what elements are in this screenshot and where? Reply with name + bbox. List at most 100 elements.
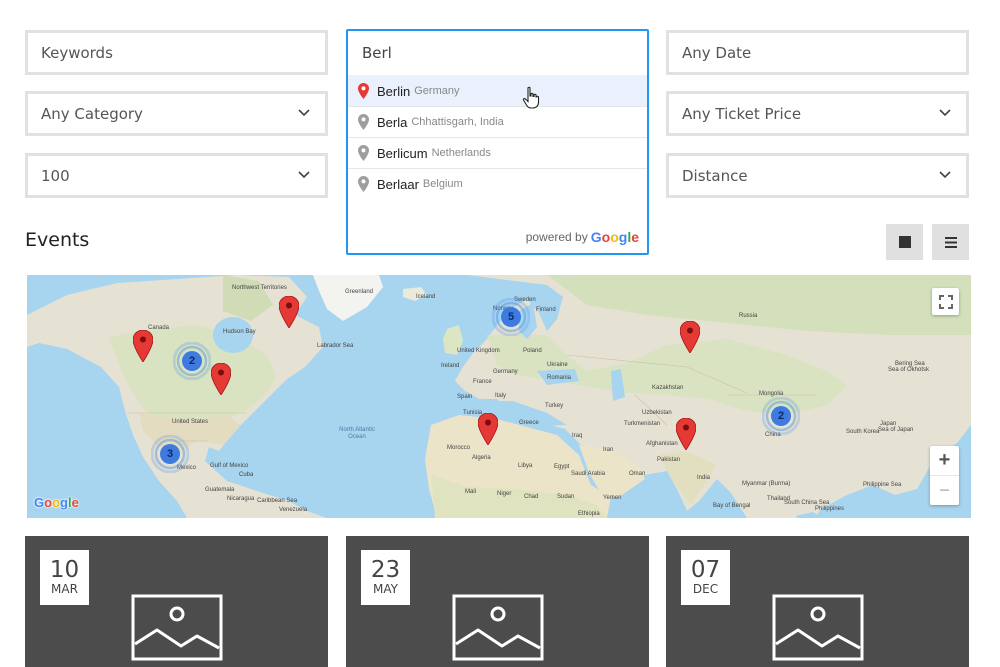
zoom-out-button[interactable]: − bbox=[930, 476, 959, 505]
location-pin-icon bbox=[358, 114, 369, 130]
map-place-label: Northwest Territories bbox=[232, 285, 287, 291]
event-card[interactable]: 07 DEC bbox=[666, 536, 969, 667]
event-day: 23 bbox=[370, 557, 401, 583]
map-place-label: Labrador Sea bbox=[317, 343, 354, 349]
map-place-label: Turkey bbox=[545, 403, 564, 409]
map-marker-west-us[interactable] bbox=[132, 329, 154, 363]
list-view-icon bbox=[944, 236, 957, 248]
chevron-down-icon bbox=[298, 109, 310, 117]
fullscreen-button[interactable] bbox=[932, 288, 959, 315]
map-place-label: Iran bbox=[603, 447, 614, 453]
suggestion-item[interactable]: Berla Chhattisgarh, India bbox=[348, 106, 647, 137]
map-place-label: Iraq bbox=[572, 433, 583, 439]
map-place-label: Mali bbox=[465, 489, 477, 495]
map-place-label: Greenland bbox=[345, 289, 374, 295]
zoom-in-button[interactable]: + bbox=[930, 447, 959, 476]
map-place-label: Saudi Arabia bbox=[571, 471, 606, 477]
ocean-label: North Atlantic Ocean bbox=[339, 427, 375, 440]
powered-by-text: powered by bbox=[525, 230, 588, 244]
distance-select[interactable]: Distance bbox=[666, 153, 969, 198]
hand-cursor-icon bbox=[522, 86, 540, 109]
ticket-price-select[interactable]: Any Ticket Price bbox=[666, 91, 969, 136]
image-placeholder-icon bbox=[452, 594, 544, 661]
map-place-label: Niger bbox=[497, 491, 512, 497]
list-view-button[interactable] bbox=[932, 224, 969, 260]
suggestion-secondary: Chhattisgarh, India bbox=[411, 116, 504, 128]
event-day: 10 bbox=[49, 557, 80, 583]
map-marker-kazakhstan[interactable] bbox=[679, 320, 701, 354]
map-place-label: Greece bbox=[519, 420, 539, 426]
map-pin-icon bbox=[477, 412, 499, 446]
map-place-label: Romania bbox=[547, 375, 572, 381]
map-cluster[interactable]: 5 bbox=[491, 297, 531, 337]
map-place-label: Caribbean Sea bbox=[257, 498, 298, 504]
map-pin-icon bbox=[675, 417, 697, 451]
map-place-label: Germany bbox=[493, 369, 518, 375]
map-cluster[interactable]: 2 bbox=[172, 341, 212, 381]
chevron-down-icon bbox=[939, 109, 951, 117]
map-pin-icon bbox=[278, 295, 300, 329]
suggestion-main: Berlaar bbox=[377, 176, 419, 192]
map-place-label: Venezuela bbox=[279, 507, 308, 513]
cluster-count: 2 bbox=[188, 355, 196, 367]
map-place-label: Philippine Sea bbox=[863, 482, 902, 488]
map-place-label: Italy bbox=[495, 393, 507, 399]
category-value: Any Category bbox=[41, 104, 143, 123]
chevron-down-icon bbox=[298, 171, 310, 179]
radius-select[interactable]: 100 bbox=[25, 153, 328, 198]
map-place-label: Chad bbox=[524, 494, 539, 500]
grid-view-icon bbox=[898, 236, 911, 248]
map-place-label: Iceland bbox=[416, 294, 436, 300]
map-marker-quebec[interactable] bbox=[278, 295, 300, 329]
keywords-input[interactable]: Keywords bbox=[25, 30, 328, 75]
map-place-label: South China Sea bbox=[784, 500, 830, 506]
map-marker-india[interactable] bbox=[675, 417, 697, 451]
radius-value: 100 bbox=[41, 166, 70, 185]
location-pin-icon bbox=[358, 83, 369, 99]
map-place-label: Turkmenistan bbox=[624, 421, 661, 427]
suggestion-item[interactable]: Berlicum Netherlands bbox=[348, 137, 647, 168]
map-place-label: Hudson Bay bbox=[223, 329, 256, 335]
location-pin-icon bbox=[358, 145, 369, 161]
map-place-label: Libya bbox=[518, 463, 533, 469]
map-place-label: Ethiopia bbox=[578, 511, 600, 517]
map-google-logo: Google bbox=[34, 495, 79, 510]
map-place-label: Ireland bbox=[441, 363, 460, 369]
suggestion-list: Berlin Germany Berla Chhattisgarh, India Ber… bbox=[348, 75, 647, 199]
map-marker-algeria[interactable] bbox=[477, 412, 499, 446]
google-logo: Google bbox=[590, 229, 639, 245]
image-placeholder-icon bbox=[131, 594, 223, 661]
map-place-label: Kazakhstan bbox=[652, 385, 684, 391]
event-card[interactable]: 23 MAY bbox=[346, 536, 649, 667]
map-place-label: Bay of Bengal bbox=[713, 503, 751, 509]
events-heading: Events bbox=[25, 229, 90, 251]
event-card[interactable]: 10 MAR bbox=[25, 536, 328, 667]
event-day: 07 bbox=[690, 557, 721, 583]
map-place-label: Morocco bbox=[447, 445, 471, 451]
events-map[interactable]: Greenland Iceland Northwest Territories Can… bbox=[27, 275, 971, 518]
fullscreen-icon bbox=[938, 294, 953, 309]
grid-view-button[interactable] bbox=[886, 224, 923, 260]
map-place-label: Spain bbox=[457, 394, 473, 400]
category-select[interactable]: Any Category bbox=[25, 91, 328, 136]
map-pin-icon bbox=[210, 362, 232, 396]
cluster-count: 5 bbox=[507, 311, 515, 323]
chevron-down-icon bbox=[939, 171, 951, 179]
map-place-label: United Kingdom bbox=[457, 348, 500, 354]
map-marker-central-us[interactable] bbox=[210, 362, 232, 396]
map-place-label: Ukraine bbox=[547, 362, 568, 368]
suggestion-item[interactable]: Berlin Germany bbox=[348, 75, 647, 106]
date-input[interactable]: Any Date bbox=[666, 30, 969, 75]
map-cluster[interactable]: 2 bbox=[761, 396, 801, 436]
map-place-label: Pakistan bbox=[657, 457, 681, 463]
event-date-badge: 23 MAY bbox=[361, 550, 410, 605]
map-place-label: Russia bbox=[739, 313, 758, 319]
suggestion-item[interactable]: Berlaar Belgium bbox=[348, 168, 647, 199]
map-cluster[interactable]: 3 bbox=[150, 434, 190, 474]
suggestion-main: Berlin bbox=[377, 83, 411, 99]
location-input[interactable]: Berl bbox=[348, 31, 647, 75]
map-place-label: United States bbox=[172, 419, 209, 425]
map-place-label: Philippines bbox=[815, 506, 845, 512]
map-place-label: Sudan bbox=[557, 494, 575, 500]
suggestion-main: Berla bbox=[377, 114, 408, 130]
